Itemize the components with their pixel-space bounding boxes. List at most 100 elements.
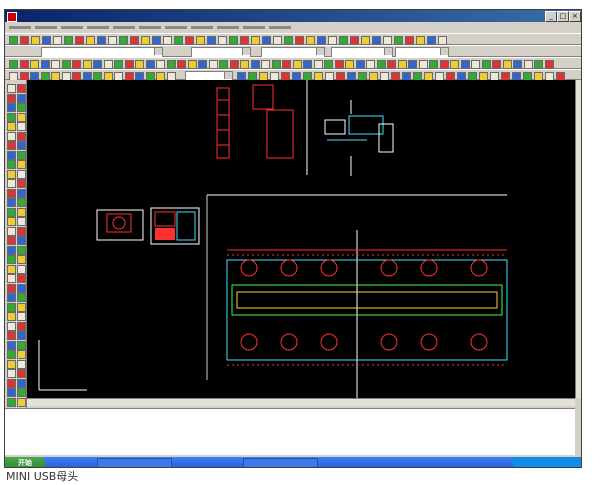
palette-tool-icon[interactable]	[7, 369, 16, 378]
menu-item[interactable]	[165, 23, 187, 32]
palette-tool-icon[interactable]	[7, 245, 16, 255]
toolbar-button-icon[interactable]	[376, 60, 386, 69]
toolbar-button-icon[interactable]	[229, 60, 239, 69]
start-button[interactable]: 开始	[5, 457, 45, 467]
palette-tool-icon[interactable]	[17, 122, 26, 131]
toolbar-button-icon[interactable]	[145, 60, 155, 69]
toolbar-button-icon[interactable]	[273, 36, 282, 45]
palette-tool-icon[interactable]	[17, 350, 26, 359]
toolbar-button-icon[interactable]	[40, 60, 50, 69]
toolbar-button-icon[interactable]	[208, 60, 218, 69]
toolbar-button-icon[interactable]	[119, 36, 128, 45]
palette-tool-icon[interactable]	[17, 207, 26, 217]
toolbar-button-icon[interactable]	[250, 60, 260, 69]
toolbar-button-icon[interactable]	[383, 36, 392, 45]
toolbar-button-icon[interactable]	[397, 60, 407, 69]
toolbar-button-icon[interactable]	[251, 36, 260, 45]
palette-tool-icon[interactable]	[7, 378, 16, 388]
toolbar-button-icon[interactable]	[64, 36, 73, 45]
toolbar-button-icon[interactable]	[544, 60, 554, 69]
palette-tool-icon[interactable]	[7, 93, 16, 103]
autocad-app-icon[interactable]	[7, 12, 17, 22]
palette-tool-icon[interactable]	[17, 274, 26, 283]
palette-tool-icon[interactable]	[7, 160, 16, 169]
palette-tool-icon[interactable]	[7, 312, 16, 321]
toolbar-button-icon[interactable]	[534, 60, 543, 69]
toolbar-button-icon[interactable]	[416, 36, 425, 45]
palette-tool-icon[interactable]	[17, 236, 26, 245]
toolbar-button-icon[interactable]	[334, 60, 344, 69]
palette-tool-icon[interactable]	[7, 179, 16, 188]
palette-tool-icon[interactable]	[7, 359, 16, 369]
toolbar-button-icon[interactable]	[20, 36, 29, 45]
toolbar-button-icon[interactable]	[130, 36, 139, 45]
palette-tool-icon[interactable]	[7, 255, 16, 264]
palette-tool-icon[interactable]	[17, 84, 26, 93]
palette-tool-icon[interactable]	[7, 141, 16, 150]
palette-tool-icon[interactable]	[7, 131, 16, 141]
toolbar-button-icon[interactable]	[513, 60, 522, 69]
toolbar-button-icon[interactable]	[372, 36, 381, 45]
palette-tool-icon[interactable]	[17, 160, 26, 169]
toolbar-button-icon[interactable]	[313, 60, 323, 69]
palette-tool-icon[interactable]	[17, 141, 26, 150]
toolbar-button-icon[interactable]	[405, 36, 414, 45]
palette-tool-icon[interactable]	[7, 236, 16, 245]
toolbar-button-icon[interactable]	[328, 36, 337, 45]
toolbar-button-icon[interactable]	[86, 36, 95, 45]
menu-item[interactable]	[35, 23, 57, 32]
toolbar-button-icon[interactable]	[51, 60, 60, 69]
horizontal-scrollbar[interactable]	[27, 398, 575, 406]
toolbar-button-icon[interactable]	[75, 36, 84, 45]
palette-tool-icon[interactable]	[17, 93, 26, 103]
palette-tool-icon[interactable]	[17, 264, 26, 274]
toolbar-button-icon[interactable]	[218, 36, 227, 45]
toolbar-button-icon[interactable]	[152, 36, 161, 45]
palette-tool-icon[interactable]	[7, 331, 16, 340]
palette-tool-icon[interactable]	[17, 369, 26, 378]
toolbar-button-icon[interactable]	[429, 60, 438, 69]
toolbar-button-icon[interactable]	[229, 36, 238, 45]
menu-item[interactable]	[9, 23, 31, 32]
palette-tool-icon[interactable]	[17, 198, 26, 207]
palette-tool-icon[interactable]	[7, 264, 16, 274]
maximize-button[interactable]: □	[557, 11, 569, 22]
toolbar-button-icon[interactable]	[295, 36, 304, 45]
palette-tool-icon[interactable]	[17, 179, 26, 188]
palette-tool-icon[interactable]	[7, 103, 16, 112]
toolbar-button-icon[interactable]	[262, 36, 271, 45]
palette-tool-icon[interactable]	[17, 103, 26, 112]
toolbar-button-icon[interactable]	[163, 36, 172, 45]
toolbar-button-icon[interactable]	[502, 60, 512, 69]
title-bar[interactable]: _ □ ×	[5, 10, 581, 22]
palette-tool-icon[interactable]	[17, 293, 26, 302]
toolbar-button-icon[interactable]	[240, 60, 249, 69]
toolbar-button-icon[interactable]	[271, 60, 281, 69]
menu-item[interactable]	[87, 23, 109, 32]
toolbar-button-icon[interactable]	[196, 36, 205, 45]
toolbar-button-icon[interactable]	[72, 60, 81, 69]
menu-item[interactable]	[191, 23, 213, 32]
toolbar-button-icon[interactable]	[387, 60, 396, 69]
toolbar-button-icon[interactable]	[438, 36, 447, 45]
palette-tool-icon[interactable]	[7, 302, 16, 312]
minimize-button[interactable]: _	[545, 11, 557, 22]
palette-tool-icon[interactable]	[7, 198, 16, 207]
toolbar-button-icon[interactable]	[427, 36, 436, 45]
toolbar-button-icon[interactable]	[361, 36, 370, 45]
toolbar-button-icon[interactable]	[394, 36, 403, 45]
toolbar-button-icon[interactable]	[240, 36, 249, 45]
palette-tool-icon[interactable]	[17, 302, 26, 312]
toolbar-button-icon[interactable]	[82, 60, 92, 69]
palette-tool-icon[interactable]	[7, 340, 16, 350]
toolbar-button-icon[interactable]	[523, 60, 533, 69]
toolbar-button-icon[interactable]	[114, 60, 123, 69]
toolbar-button-icon[interactable]	[439, 60, 449, 69]
toolbar-button-icon[interactable]	[481, 60, 491, 69]
toolbar-button-icon[interactable]	[324, 60, 333, 69]
palette-tool-icon[interactable]	[7, 226, 16, 236]
menu-item[interactable]	[217, 23, 239, 32]
toolbar-button-icon[interactable]	[166, 60, 176, 69]
palette-tool-icon[interactable]	[17, 217, 26, 226]
menu-item[interactable]	[113, 23, 135, 32]
